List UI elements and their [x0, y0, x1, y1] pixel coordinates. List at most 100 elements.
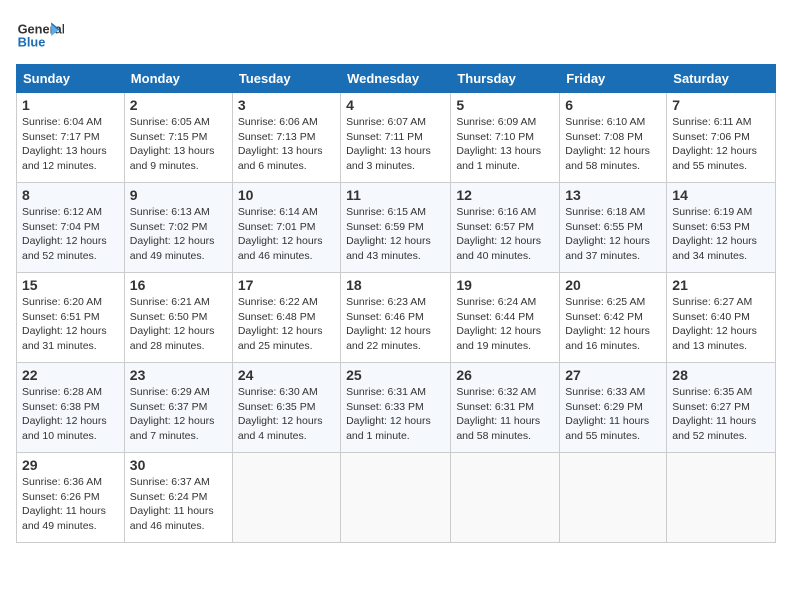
day-number: 8 — [22, 187, 119, 203]
day-cell: 29 Sunrise: 6:36 AMSunset: 6:26 PMDayligh… — [17, 453, 125, 543]
day-number: 29 — [22, 457, 119, 473]
day-number: 5 — [456, 97, 554, 113]
weekday-header-row: SundayMondayTuesdayWednesdayThursdayFrid… — [17, 65, 776, 93]
day-cell — [451, 453, 560, 543]
day-cell: 17Sunrise: 6:22 AMSunset: 6:48 PMDayligh… — [232, 273, 340, 363]
day-cell: 7Sunrise: 6:11 AMSunset: 7:06 PMDaylight… — [667, 93, 776, 183]
logo: General Blue — [16, 16, 64, 56]
day-number: 20 — [565, 277, 661, 293]
day-cell: 15 Sunrise: 6:20 AMSunset: 6:51 PMDayligh… — [17, 273, 125, 363]
day-number: 18 — [346, 277, 445, 293]
day-info: Sunrise: 6:05 AMSunset: 7:15 PMDaylight:… — [130, 115, 227, 174]
day-number: 9 — [130, 187, 227, 203]
day-number: 30 — [130, 457, 227, 473]
day-info: Sunrise: 6:06 AMSunset: 7:13 PMDaylight:… — [238, 115, 335, 174]
weekday-header-friday: Friday — [560, 65, 667, 93]
day-number: 19 — [456, 277, 554, 293]
day-number: 1 — [22, 97, 119, 113]
day-cell: 24 Sunrise: 6:30 AMSunset: 6:35 PMDayligh… — [232, 363, 340, 453]
day-cell: 5 Sunrise: 6:09 AMSunset: 7:10 PMDaylight… — [451, 93, 560, 183]
svg-text:Blue: Blue — [18, 34, 46, 49]
week-row-3: 15 Sunrise: 6:20 AMSunset: 6:51 PMDayligh… — [17, 273, 776, 363]
day-cell: 8Sunrise: 6:12 AMSunset: 7:04 PMDaylight… — [17, 183, 125, 273]
day-number: 3 — [238, 97, 335, 113]
day-number: 23 — [130, 367, 227, 383]
day-number: 16 — [130, 277, 227, 293]
day-cell: 30 Sunrise: 6:37 AMSunset: 6:24 PMDayligh… — [124, 453, 232, 543]
day-info: Sunrise: 6:04 AMSunset: 7:17 PMDaylight:… — [22, 115, 119, 174]
day-info: Sunrise: 6:14 AMSunset: 7:01 PMDaylight:… — [238, 205, 335, 264]
day-info: Sunrise: 6:35 AMSunset: 6:27 PMDaylight:… — [672, 385, 770, 444]
day-cell — [341, 453, 451, 543]
day-cell: 23 Sunrise: 6:29 AMSunset: 6:37 PMDayligh… — [124, 363, 232, 453]
day-info: Sunrise: 6:25 AMSunset: 6:42 PMDaylight:… — [565, 295, 661, 354]
day-cell: 11 Sunrise: 6:15 AMSunset: 6:59 PMDayligh… — [341, 183, 451, 273]
day-info: Sunrise: 6:20 AMSunset: 6:51 PMDaylight:… — [22, 295, 119, 354]
day-number: 13 — [565, 187, 661, 203]
day-number: 7 — [672, 97, 770, 113]
header: General Blue — [16, 16, 776, 56]
day-info: Sunrise: 6:18 AMSunset: 6:55 PMDaylight:… — [565, 205, 661, 264]
day-info: Sunrise: 6:29 AMSunset: 6:37 PMDaylight:… — [130, 385, 227, 444]
weekday-header-saturday: Saturday — [667, 65, 776, 93]
day-info: Sunrise: 6:33 AMSunset: 6:29 PMDaylight:… — [565, 385, 661, 444]
day-cell: 27Sunrise: 6:33 AMSunset: 6:29 PMDayligh… — [560, 363, 667, 453]
logo-icon: General Blue — [16, 16, 64, 56]
day-info: Sunrise: 6:21 AMSunset: 6:50 PMDaylight:… — [130, 295, 227, 354]
day-info: Sunrise: 6:36 AMSunset: 6:26 PMDaylight:… — [22, 475, 119, 534]
day-cell — [232, 453, 340, 543]
week-row-2: 8Sunrise: 6:12 AMSunset: 7:04 PMDaylight… — [17, 183, 776, 273]
day-number: 25 — [346, 367, 445, 383]
day-info: Sunrise: 6:07 AMSunset: 7:11 PMDaylight:… — [346, 115, 445, 174]
day-info: Sunrise: 6:24 AMSunset: 6:44 PMDaylight:… — [456, 295, 554, 354]
day-number: 22 — [22, 367, 119, 383]
day-cell: 18 Sunrise: 6:23 AMSunset: 6:46 PMDayligh… — [341, 273, 451, 363]
day-cell: 12 Sunrise: 6:16 AMSunset: 6:57 PMDayligh… — [451, 183, 560, 273]
day-info: Sunrise: 6:10 AMSunset: 7:08 PMDaylight:… — [565, 115, 661, 174]
day-number: 11 — [346, 187, 445, 203]
day-info: Sunrise: 6:37 AMSunset: 6:24 PMDaylight:… — [130, 475, 227, 534]
day-cell: 21 Sunrise: 6:27 AMSunset: 6:40 PMDayligh… — [667, 273, 776, 363]
day-info: Sunrise: 6:16 AMSunset: 6:57 PMDaylight:… — [456, 205, 554, 264]
weekday-header-tuesday: Tuesday — [232, 65, 340, 93]
day-cell: 1 Sunrise: 6:04 AMSunset: 7:17 PMDaylight… — [17, 93, 125, 183]
day-info: Sunrise: 6:28 AMSunset: 6:38 PMDaylight:… — [22, 385, 119, 444]
weekday-header-wednesday: Wednesday — [341, 65, 451, 93]
day-cell: 4 Sunrise: 6:07 AMSunset: 7:11 PMDaylight… — [341, 93, 451, 183]
day-info: Sunrise: 6:32 AMSunset: 6:31 PMDaylight:… — [456, 385, 554, 444]
day-number: 26 — [456, 367, 554, 383]
weekday-header-monday: Monday — [124, 65, 232, 93]
day-info: Sunrise: 6:27 AMSunset: 6:40 PMDaylight:… — [672, 295, 770, 354]
week-row-1: 1 Sunrise: 6:04 AMSunset: 7:17 PMDaylight… — [17, 93, 776, 183]
day-info: Sunrise: 6:23 AMSunset: 6:46 PMDaylight:… — [346, 295, 445, 354]
day-cell: 6 Sunrise: 6:10 AMSunset: 7:08 PMDaylight… — [560, 93, 667, 183]
day-number: 2 — [130, 97, 227, 113]
day-cell: 22 Sunrise: 6:28 AMSunset: 6:38 PMDayligh… — [17, 363, 125, 453]
day-cell: 14Sunrise: 6:19 AMSunset: 6:53 PMDayligh… — [667, 183, 776, 273]
day-number: 17 — [238, 277, 335, 293]
day-number: 6 — [565, 97, 661, 113]
day-cell — [560, 453, 667, 543]
day-cell: 10 Sunrise: 6:14 AMSunset: 7:01 PMDayligh… — [232, 183, 340, 273]
day-number: 4 — [346, 97, 445, 113]
day-info: Sunrise: 6:09 AMSunset: 7:10 PMDaylight:… — [456, 115, 554, 174]
day-cell: 20 Sunrise: 6:25 AMSunset: 6:42 PMDayligh… — [560, 273, 667, 363]
day-info: Sunrise: 6:30 AMSunset: 6:35 PMDaylight:… — [238, 385, 335, 444]
calendar-table: SundayMondayTuesdayWednesdayThursdayFrid… — [16, 64, 776, 543]
day-cell: 9Sunrise: 6:13 AMSunset: 7:02 PMDaylight… — [124, 183, 232, 273]
day-number: 24 — [238, 367, 335, 383]
weekday-header-thursday: Thursday — [451, 65, 560, 93]
day-cell: 28Sunrise: 6:35 AMSunset: 6:27 PMDayligh… — [667, 363, 776, 453]
day-info: Sunrise: 6:31 AMSunset: 6:33 PMDaylight:… — [346, 385, 445, 444]
day-number: 10 — [238, 187, 335, 203]
day-cell: 19 Sunrise: 6:24 AMSunset: 6:44 PMDayligh… — [451, 273, 560, 363]
day-cell: 2 Sunrise: 6:05 AMSunset: 7:15 PMDaylight… — [124, 93, 232, 183]
day-cell: 25 Sunrise: 6:31 AMSunset: 6:33 PMDayligh… — [341, 363, 451, 453]
day-number: 21 — [672, 277, 770, 293]
week-row-4: 22 Sunrise: 6:28 AMSunset: 6:38 PMDayligh… — [17, 363, 776, 453]
day-number: 12 — [456, 187, 554, 203]
day-cell — [667, 453, 776, 543]
day-number: 15 — [22, 277, 119, 293]
day-info: Sunrise: 6:15 AMSunset: 6:59 PMDaylight:… — [346, 205, 445, 264]
day-cell: 3 Sunrise: 6:06 AMSunset: 7:13 PMDaylight… — [232, 93, 340, 183]
